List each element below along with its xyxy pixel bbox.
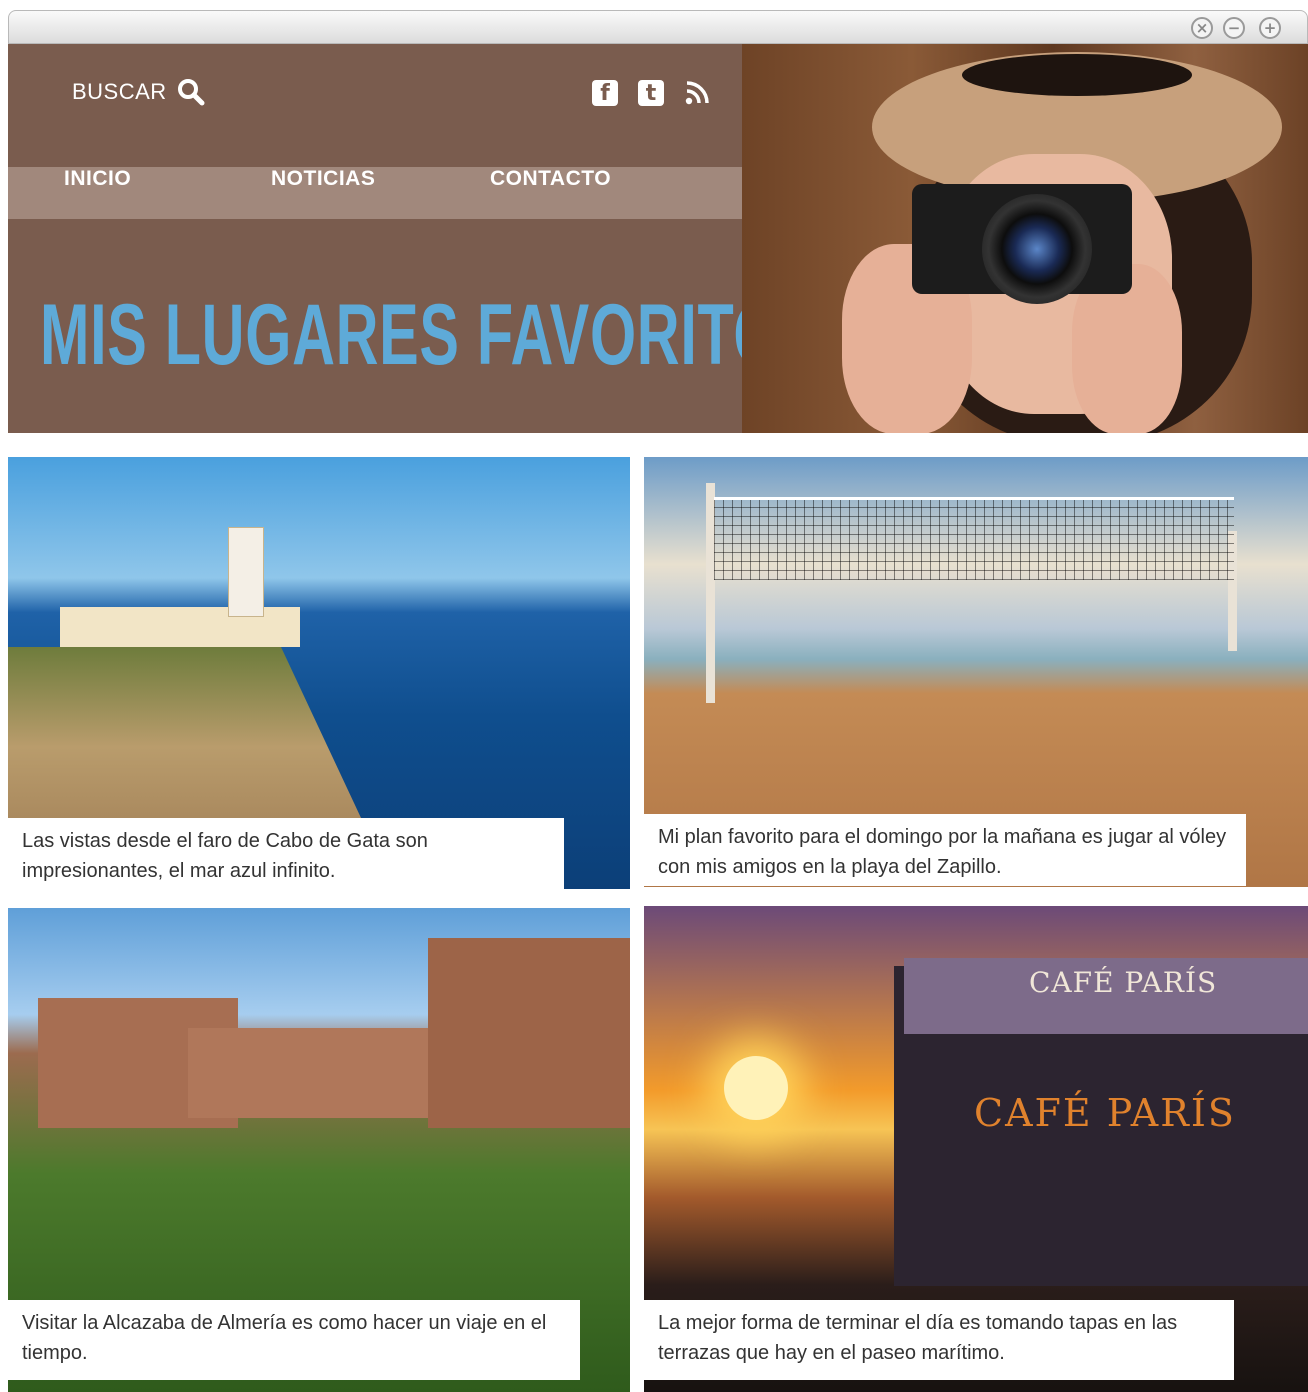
page-frame: BUSCAR f t INICIO NOTICIAS CONTACTO MIS …	[8, 44, 1308, 1392]
lighthouse-tower	[228, 527, 264, 617]
social-links: f t	[592, 80, 710, 106]
twitter-icon[interactable]: t	[638, 80, 664, 106]
castle-wall-middle	[188, 1028, 438, 1118]
nav-item-contacto[interactable]: CONTACTO	[490, 167, 611, 191]
caption-alcazaba: Visitar la Alcazaba de Almería es como h…	[8, 1300, 580, 1380]
rss-icon[interactable]	[684, 80, 710, 106]
castle-tower-right	[428, 938, 630, 1128]
minimize-icon[interactable]: −	[1223, 17, 1245, 39]
search-button[interactable]: BUSCAR	[72, 78, 205, 106]
caption-cafe: La mejor forma de terminar el día es tom…	[644, 1300, 1234, 1380]
close-icon[interactable]: ×	[1191, 17, 1213, 39]
sunset-sun	[724, 1056, 788, 1120]
cafe-glass-lettering: CAFÉ PARÍS	[974, 1091, 1236, 1135]
nav-item-noticias[interactable]: NOTICIAS	[271, 167, 375, 191]
nav-item-inicio[interactable]: INICIO	[64, 167, 131, 191]
caption-volleyball: Mi plan favorito para el domingo por la …	[644, 814, 1246, 886]
search-label: BUSCAR	[72, 79, 167, 104]
main-nav: INICIO NOTICIAS CONTACTO	[8, 167, 742, 219]
search-icon	[177, 79, 205, 106]
site-header: BUSCAR f t INICIO NOTICIAS CONTACTO MIS …	[8, 44, 821, 433]
page-title: MIS LUGARES FAVORITOS	[40, 287, 821, 383]
caption-lighthouse: Las vistas desde el faro de Cabo de Gata…	[8, 818, 564, 892]
window-titlebar: × − +	[8, 10, 1308, 44]
hatband-shape	[962, 54, 1192, 96]
maximize-icon[interactable]: +	[1259, 17, 1281, 39]
volleyball-net	[714, 497, 1234, 580]
hero-photo-photographer	[742, 44, 1308, 433]
cafe-sign-text: CAFÉ PARÍS	[1029, 966, 1218, 999]
camera-lens-shape	[982, 194, 1092, 304]
lighthouse-building	[60, 607, 300, 647]
facebook-icon[interactable]: f	[592, 80, 618, 106]
